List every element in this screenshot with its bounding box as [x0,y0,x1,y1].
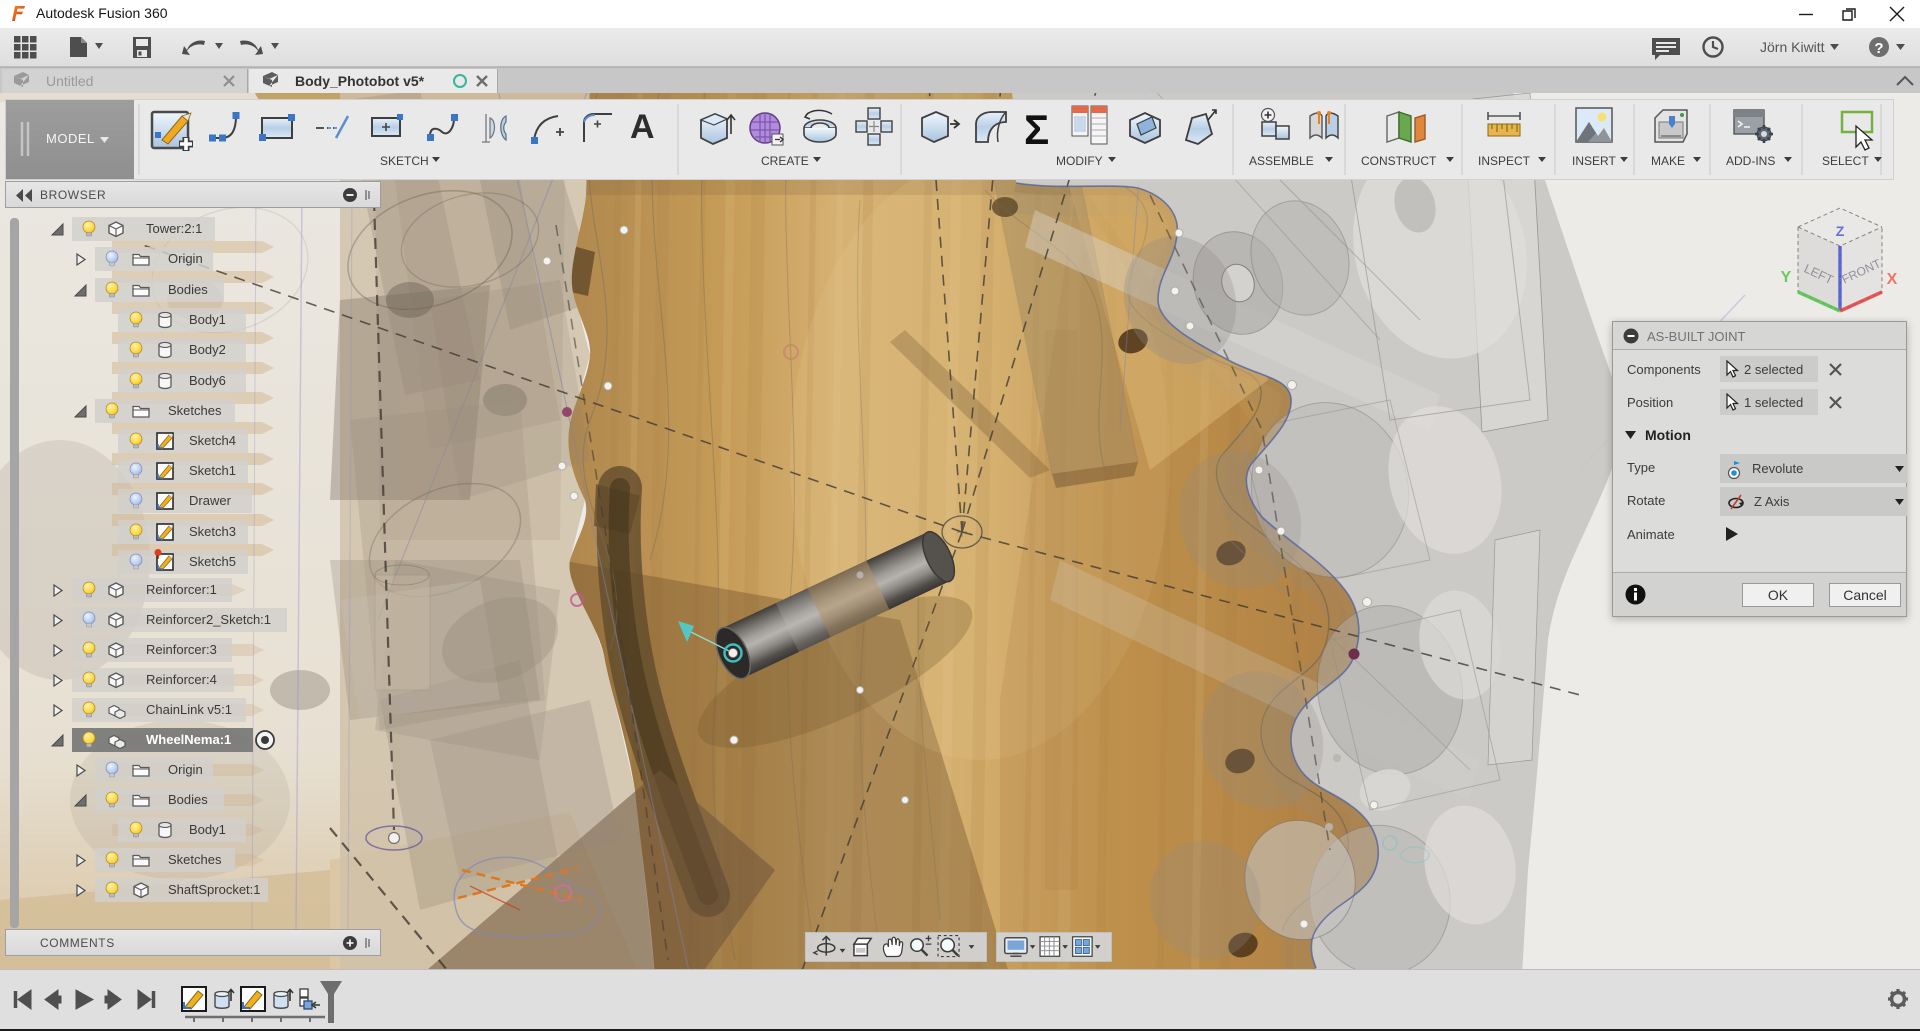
svg-text:Untitled: Untitled [46,73,93,89]
svg-text:ADD-INS: ADD-INS [1726,154,1775,168]
svg-text:A: A [630,108,655,146]
svg-text:?: ? [1874,40,1883,57]
svg-text:Y: Y [1781,269,1792,286]
svg-text:INSERT: INSERT [1572,154,1616,168]
svg-text:SELECT: SELECT [1822,154,1869,168]
svg-text:CREATE: CREATE [761,154,809,168]
svg-text:INSPECT: INSPECT [1478,154,1531,168]
svg-text:Σ: Σ [1024,106,1049,153]
svg-text:MAKE: MAKE [1651,154,1685,168]
svg-text:MODIFY: MODIFY [1056,154,1103,168]
svg-text:Z: Z [1836,223,1845,239]
svg-text:Jörn Kiwitt: Jörn Kiwitt [1760,39,1825,55]
svg-text:Body_Photobot v5*: Body_Photobot v5* [295,73,425,89]
svg-text:X: X [1887,271,1898,288]
svg-text:CONSTRUCT: CONSTRUCT [1361,154,1437,168]
svg-text:ASSEMBLE: ASSEMBLE [1249,154,1314,168]
